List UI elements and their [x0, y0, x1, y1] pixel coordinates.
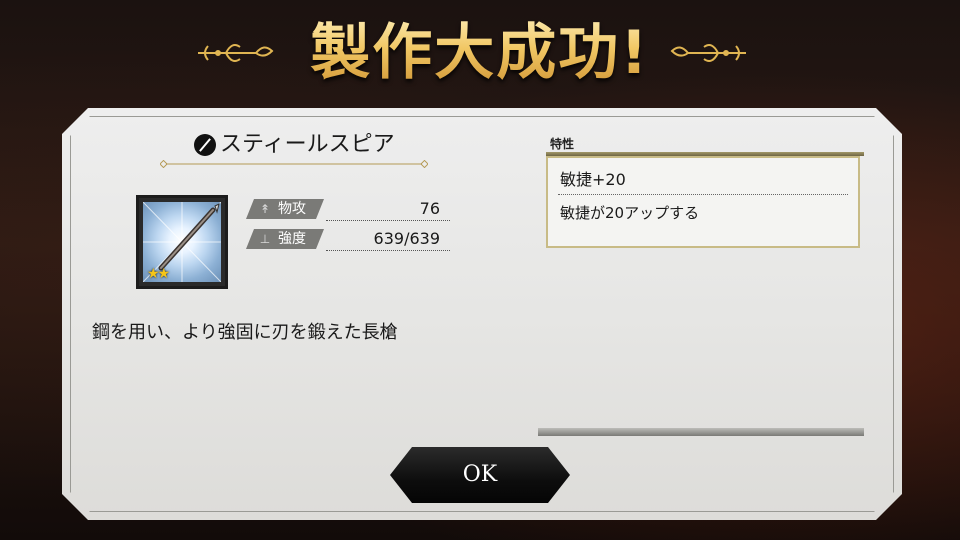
ok-button[interactable]: OK [390, 447, 570, 503]
right-flourish-ornament [670, 44, 746, 62]
spear-icon [194, 134, 216, 156]
stat-row-durability: ⊥ 強度 639/639 [246, 228, 450, 252]
stat-row-attack: ↟ 物攻 76 [246, 198, 450, 222]
trait-divider [558, 194, 848, 195]
item-name: スティールスピア [220, 132, 395, 157]
stat-divider [326, 250, 450, 252]
trait-header: 特性 [550, 137, 575, 151]
result-banner: 製作大成功! [0, 8, 960, 98]
trait-description: 敏捷が20アップする [560, 204, 700, 222]
stat-label: 物攻 [278, 201, 306, 217]
craft-success-title: 製作大成功! [0, 8, 960, 98]
item-name-underline [160, 160, 428, 168]
item-description: 鋼を用い、より強固に刃を鍛えた長槍 [92, 322, 398, 343]
sword-icon: ↟ [259, 202, 271, 216]
trait-box: 敏捷+20 敏捷が20アップする [546, 152, 864, 248]
item-icon-art: ★★ [143, 202, 221, 282]
stat-label-box: ⊥ 強度 [246, 229, 324, 249]
stat-divider [326, 220, 450, 222]
stat-value: 639/639 [373, 229, 440, 248]
stat-label: 強度 [278, 231, 306, 247]
rarity-stars-icon: ★★ [147, 266, 170, 282]
item-icon[interactable]: ★★ [136, 195, 228, 289]
anvil-icon: ⊥ [259, 232, 271, 246]
trait-list-bottom-edge [538, 428, 864, 436]
stat-value: 76 [419, 199, 440, 218]
stat-label-box: ↟ 物攻 [246, 199, 324, 219]
trait-name: 敏捷+20 [560, 170, 626, 189]
